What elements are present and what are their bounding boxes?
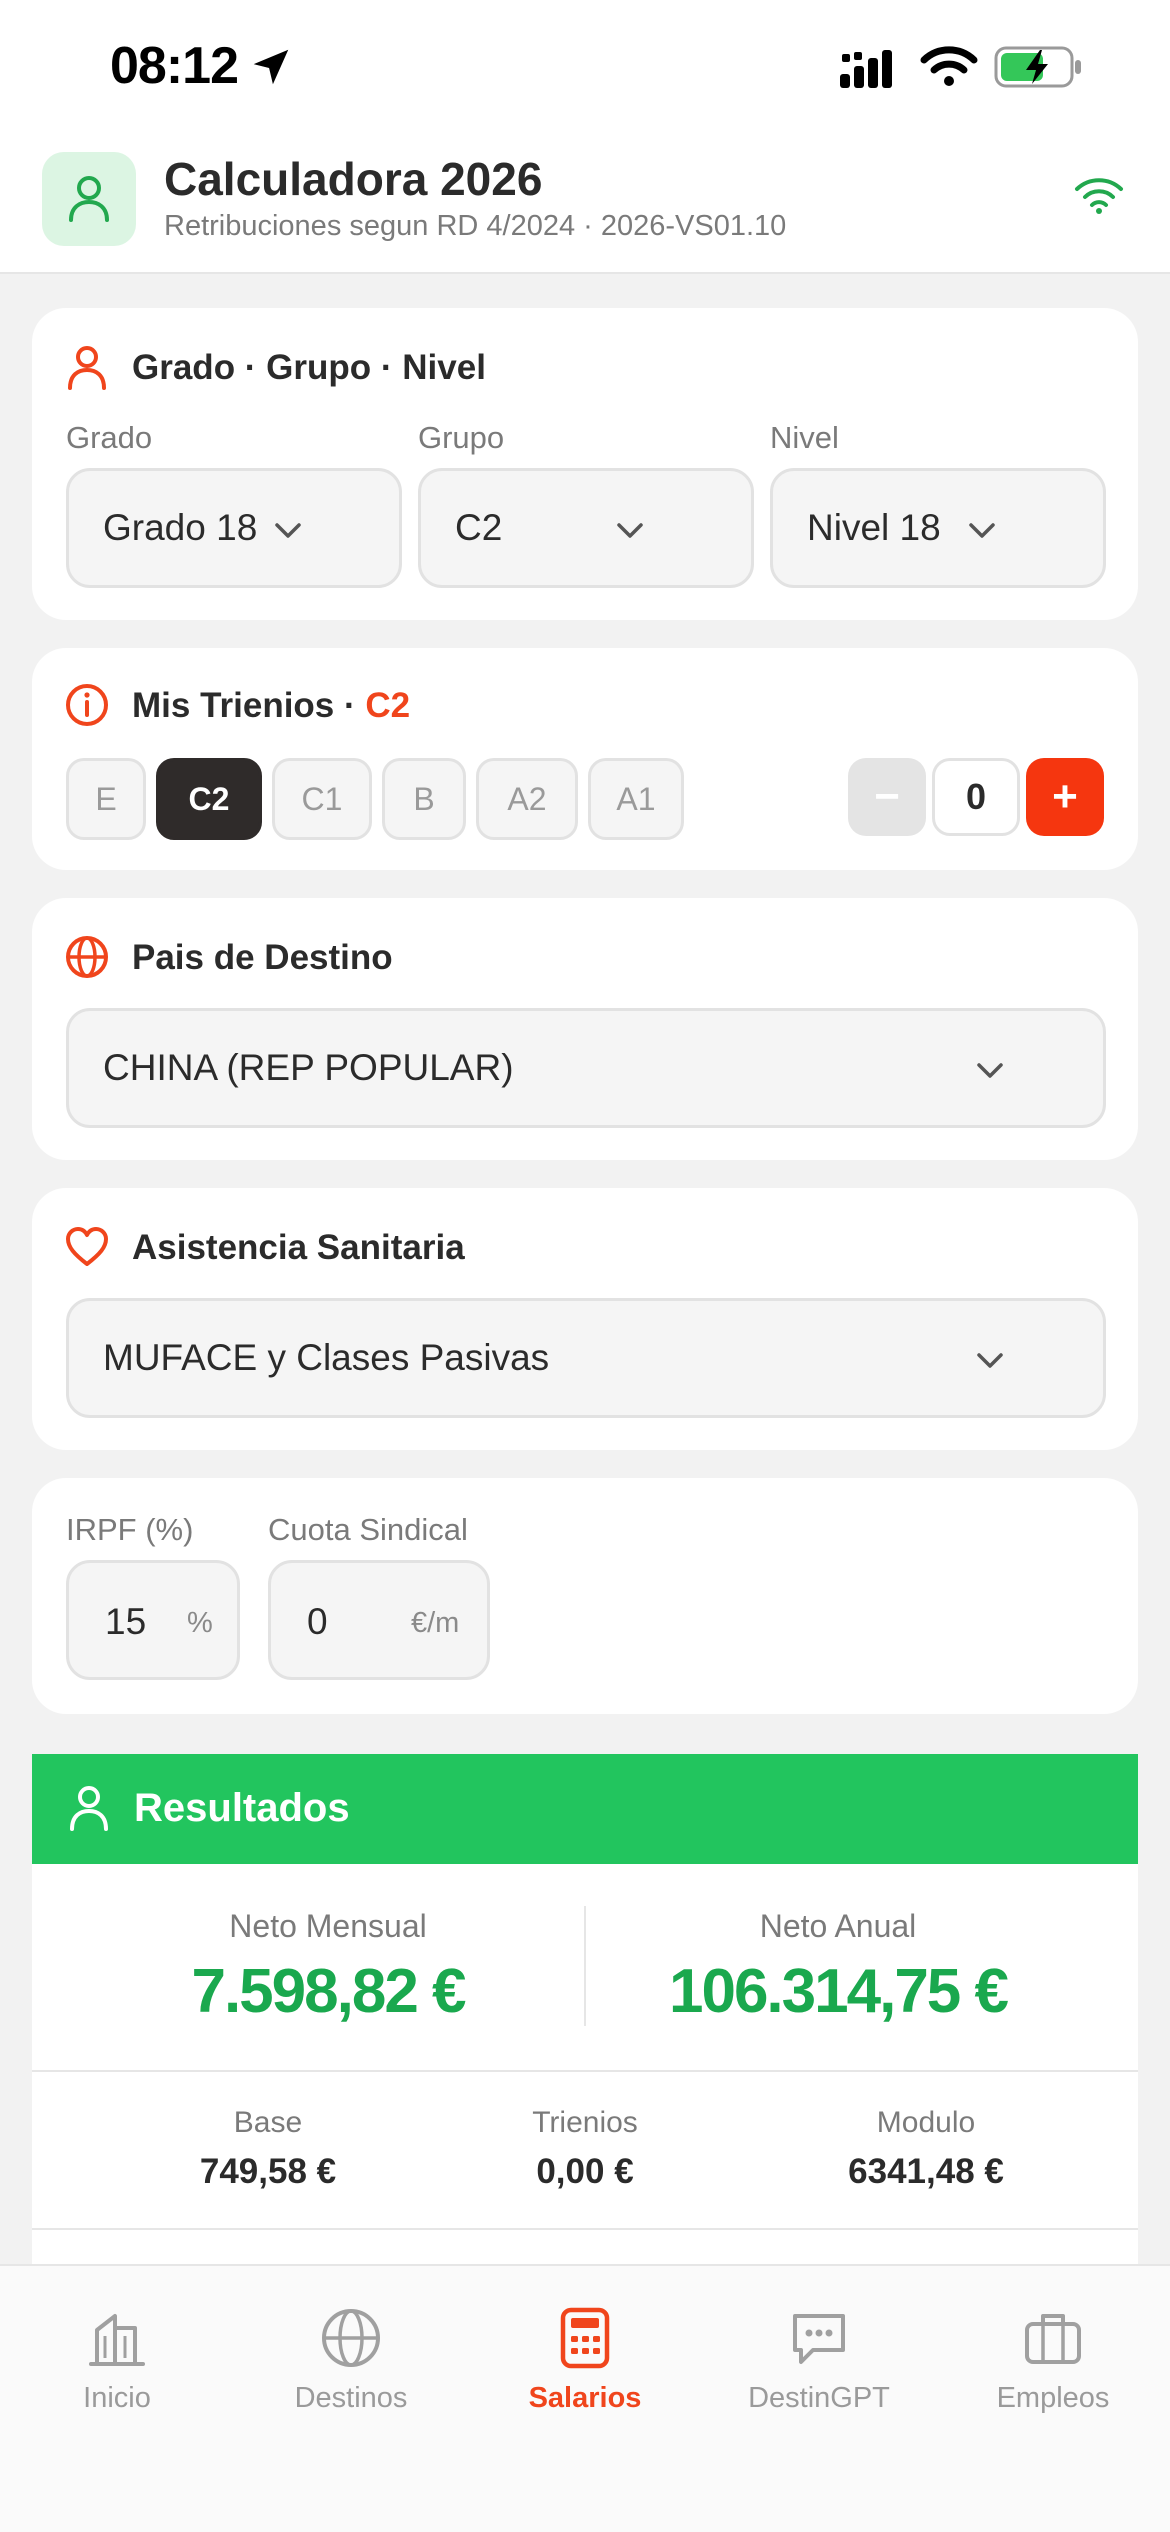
nivel-select-value: Nivel 18 xyxy=(807,507,941,548)
irpf-input-value: 15 xyxy=(105,1601,147,1642)
results-separator xyxy=(32,2070,1138,2072)
info-icon xyxy=(66,684,108,726)
globe-icon xyxy=(66,936,108,978)
user-icon xyxy=(69,176,109,222)
neto-anual-value: 106.314,75 € xyxy=(668,1957,1009,2026)
cuota-unit: €/m xyxy=(411,1607,460,1639)
chevron-down-icon xyxy=(977,1353,1003,1368)
tab-bar: Inicio Destinos Salarios DestinGPT Emple… xyxy=(0,2264,1170,2532)
chevron-down-icon xyxy=(617,523,643,538)
tab-destingpt[interactable]: DestinGPT xyxy=(702,2306,936,2436)
irpf-input[interactable]: 15 % xyxy=(66,1560,240,1680)
chevron-down-icon xyxy=(275,523,301,538)
card-title: Pais de Destino xyxy=(132,938,393,977)
trienios-label: Trienios xyxy=(532,2106,638,2139)
destino-card: Pais de Destino CHINA (REP POPULAR) xyxy=(32,898,1138,1160)
tab-label: Empleos xyxy=(996,2382,1110,2414)
destino-select[interactable]: CHINA (REP POPULAR) xyxy=(66,1008,1106,1128)
results-header: Resultados xyxy=(32,1754,1138,1864)
card-title: Mis Trienios · C2 xyxy=(132,686,410,726)
trienios-increment-button[interactable]: + xyxy=(1026,758,1104,836)
header-avatar xyxy=(42,152,136,246)
page-subtitle: Retribuciones segun RD 4/2024 · 2026-VS0… xyxy=(164,210,787,242)
globe-icon xyxy=(322,2309,380,2367)
briefcase-icon xyxy=(1025,2314,1081,2364)
tab-empleos[interactable]: Empleos xyxy=(936,2306,1170,2436)
chat-icon xyxy=(793,2314,845,2364)
base-label: Base xyxy=(233,2106,303,2139)
location-arrow-icon xyxy=(253,49,289,85)
neto-mensual-value: 7.598,82 € xyxy=(191,1957,466,2026)
card-title: Grado · Grupo · Nivel xyxy=(132,348,486,387)
trienios-title-group: C2 xyxy=(365,686,411,725)
base-value: 749,58 € xyxy=(199,2152,337,2191)
group-chip-c1[interactable]: C1 xyxy=(272,758,372,840)
tab-salarios[interactable]: Salarios xyxy=(468,2306,702,2436)
trienios-card: Mis Trienios · C2 E C2 C1 B A2 A1 − 0 + xyxy=(32,648,1138,870)
building-icon xyxy=(89,2314,145,2366)
nivel-select[interactable]: Nivel 18 xyxy=(770,468,1106,588)
calculator-icon xyxy=(560,2307,610,2369)
tab-label: DestinGPT xyxy=(748,2382,890,2414)
app-header: Calculadora 2026 Retribuciones segun RD … xyxy=(0,138,1170,274)
chevron-down-icon xyxy=(969,523,995,538)
group-chip-a2[interactable]: A2 xyxy=(476,758,578,840)
cuota-input-value: 0 xyxy=(307,1601,328,1642)
cellular-signal-icon xyxy=(840,50,892,88)
page-title: Calculadora 2026 xyxy=(164,153,543,205)
grado-select-value: Grado 18 xyxy=(103,507,258,548)
wifi-status-icon xyxy=(920,46,978,86)
grado-label: Grado xyxy=(66,420,153,455)
group-chip-e[interactable]: E xyxy=(66,758,146,840)
battery-icon xyxy=(994,46,1081,88)
nivel-label: Nivel xyxy=(770,420,839,455)
modulo-value: 6341,48 € xyxy=(848,2152,1004,2191)
grado-grupo-nivel-card: Grado · Grupo · Nivel Grado Grupo Nivel … xyxy=(32,308,1138,620)
tab-label: Salarios xyxy=(528,2382,642,2414)
grupo-select-value: C2 xyxy=(455,507,503,548)
sanitaria-select[interactable]: MUFACE y Clases Pasivas xyxy=(66,1298,1106,1418)
cuota-label: Cuota Sindical xyxy=(268,1512,468,1547)
status-bar: 08:12 xyxy=(0,0,1170,138)
user-icon xyxy=(70,1786,108,1831)
sanitaria-select-value: MUFACE y Clases Pasivas xyxy=(103,1337,550,1378)
irpf-label: IRPF (%) xyxy=(66,1512,194,1547)
trienios-count[interactable]: 0 xyxy=(932,758,1020,836)
tab-label: Inicio xyxy=(83,2382,151,2414)
results-body: Neto Mensual 7.598,82 € Neto Anual 106.3… xyxy=(32,1864,1138,2264)
grado-select[interactable]: Grado 18 xyxy=(66,468,402,588)
deducciones-card: IRPF (%) Cuota Sindical 15 % 0 €/m xyxy=(32,1478,1138,1714)
heart-icon xyxy=(66,1227,108,1266)
tab-inicio[interactable]: Inicio xyxy=(0,2306,234,2436)
neto-mensual-label: Neto Mensual xyxy=(229,1908,427,1944)
wifi-icon xyxy=(1075,178,1123,214)
group-chip-a1[interactable]: A1 xyxy=(588,758,684,840)
cuota-input[interactable]: 0 €/m xyxy=(268,1560,490,1680)
results-title: Resultados xyxy=(134,1786,350,1830)
tab-label: Destinos xyxy=(294,2382,408,2414)
grupo-label: Grupo xyxy=(418,420,505,455)
grupo-select[interactable]: C2 xyxy=(418,468,754,588)
card-title: Asistencia Sanitaria xyxy=(132,1228,465,1267)
status-time: 08:12 xyxy=(110,37,239,95)
modulo-label: Modulo xyxy=(876,2106,976,2139)
irpf-unit: % xyxy=(187,1607,213,1639)
destino-select-value: CHINA (REP POPULAR) xyxy=(103,1047,514,1088)
user-icon xyxy=(68,346,106,390)
neto-anual-label: Neto Anual xyxy=(759,1908,917,1944)
sanitaria-card: Asistencia Sanitaria MUFACE y Clases Pas… xyxy=(32,1188,1138,1450)
chevron-down-icon xyxy=(977,1063,1003,1078)
tab-destinos[interactable]: Destinos xyxy=(234,2306,468,2436)
group-chip-b[interactable]: B xyxy=(382,758,466,840)
trienios-value: 0,00 € xyxy=(536,2152,634,2191)
trienios-decrement-button[interactable]: − xyxy=(848,758,926,836)
trienios-title: Mis Trienios · xyxy=(132,686,366,725)
results-separator xyxy=(32,2228,1138,2230)
group-chip-c2[interactable]: C2 xyxy=(156,758,262,840)
